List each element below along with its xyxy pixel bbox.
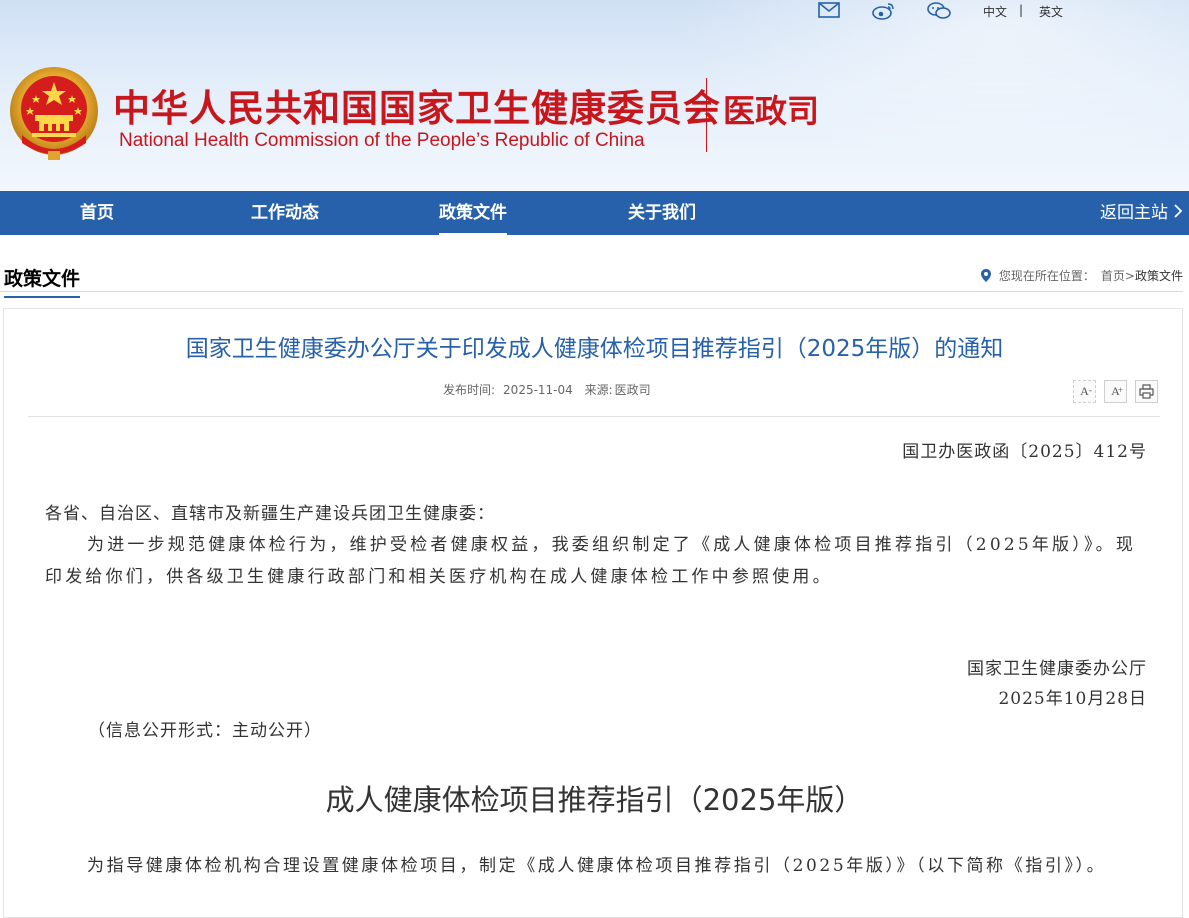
nav-item-about-us[interactable]: 关于我们 — [628, 191, 696, 235]
site-header: 中文 | 英文 中华人民共和国国家卫生健康委员会 National Health… — [0, 0, 1189, 191]
publish-date: 2025-11-04 — [503, 383, 573, 397]
article-meta: 发布时间: 2025-11-04 来源: 医政司 — [443, 381, 659, 398]
weibo-icon[interactable] — [872, 2, 896, 24]
greeting: 各省、自治区、直辖市及新疆生产建设兵团卫生健康委： — [45, 504, 495, 524]
breadcrumb: 您现在所在位置： 首页 > 政策文件 — [980, 267, 1183, 284]
site-title-en: National Health Commission of the People… — [119, 130, 645, 151]
section-title: 政策文件 — [4, 264, 81, 298]
source-value: 医政司 — [614, 383, 651, 397]
wechat-icon[interactable] — [927, 2, 951, 24]
body-paragraph-1: 为进一步规范健康体检行为，维护受检者健康权益，我委组织制定了《成人健康体检项目推… — [45, 535, 1137, 587]
article-tools: A- A + — [1073, 380, 1166, 403]
article-title: 国家卫生健康委办公厅关于印发成人健康体检项目推荐指引（2025年版）的通知 — [185, 336, 1004, 362]
mail-icon[interactable] — [818, 2, 840, 22]
national-emblem-icon[interactable] — [8, 65, 100, 162]
print-button[interactable] — [1135, 380, 1158, 403]
chevron-right-icon — [1174, 191, 1183, 235]
main-nav: 首页 工作动态 政策文件 关于我们 返回主站 — [0, 191, 1189, 235]
nav-item-policy-documents[interactable]: 政策文件 — [439, 191, 507, 235]
nav-item-work-news[interactable]: 工作动态 — [251, 191, 319, 235]
lang-separator: | — [1019, 3, 1024, 17]
section-bar: 政策文件 您现在所在位置： 首页 > 政策文件 — [0, 258, 1183, 298]
guide-title: 成人健康体检项目推荐指引（2025年版） — [325, 783, 864, 817]
breadcrumb-home-link[interactable]: 首页 — [1101, 267, 1125, 284]
article-panel — [3, 308, 1183, 918]
title-divider-line — [28, 416, 1160, 417]
body-paragraph-2: 为指导健康体检机构合理设置健康体检项目，制定《成人健康体检项目推荐指引（2025… — [87, 856, 1107, 876]
department-name: 医政司 — [723, 92, 820, 130]
return-main-site-label: 返回主站 — [1100, 203, 1168, 223]
font-smaller-label: A — [1080, 384, 1089, 398]
font-larger-button[interactable]: A + — [1104, 380, 1127, 403]
print-icon — [1139, 384, 1154, 399]
lang-en-link[interactable]: 英文 — [1039, 3, 1063, 20]
breadcrumb-separator: > — [1124, 268, 1135, 283]
publish-label: 发布时间: — [443, 383, 496, 397]
lang-cn-link[interactable]: 中文 — [983, 3, 1007, 20]
site-title-cn: 中华人民共和国国家卫生健康委员会 — [113, 87, 721, 130]
font-smaller-button[interactable]: A- — [1073, 380, 1096, 403]
nav-item-home[interactable]: 首页 — [80, 191, 114, 235]
return-main-site-link[interactable]: 返回主站 — [1100, 191, 1183, 235]
breadcrumb-current: 政策文件 — [1134, 269, 1183, 283]
source-label: 来源: — [584, 383, 613, 397]
breadcrumb-prefix: 您现在所在位置： — [998, 269, 1095, 283]
signature-organization: 国家卫生健康委办公厅 — [967, 659, 1147, 679]
disclosure-note: （信息公开形式：主动公开） — [88, 721, 322, 741]
document-number: 国卫办医政函〔2025〕412号 — [902, 442, 1147, 462]
signature-date: 2025年10月28日 — [998, 689, 1147, 709]
title-divider — [706, 78, 707, 152]
location-pin-icon — [980, 269, 991, 282]
